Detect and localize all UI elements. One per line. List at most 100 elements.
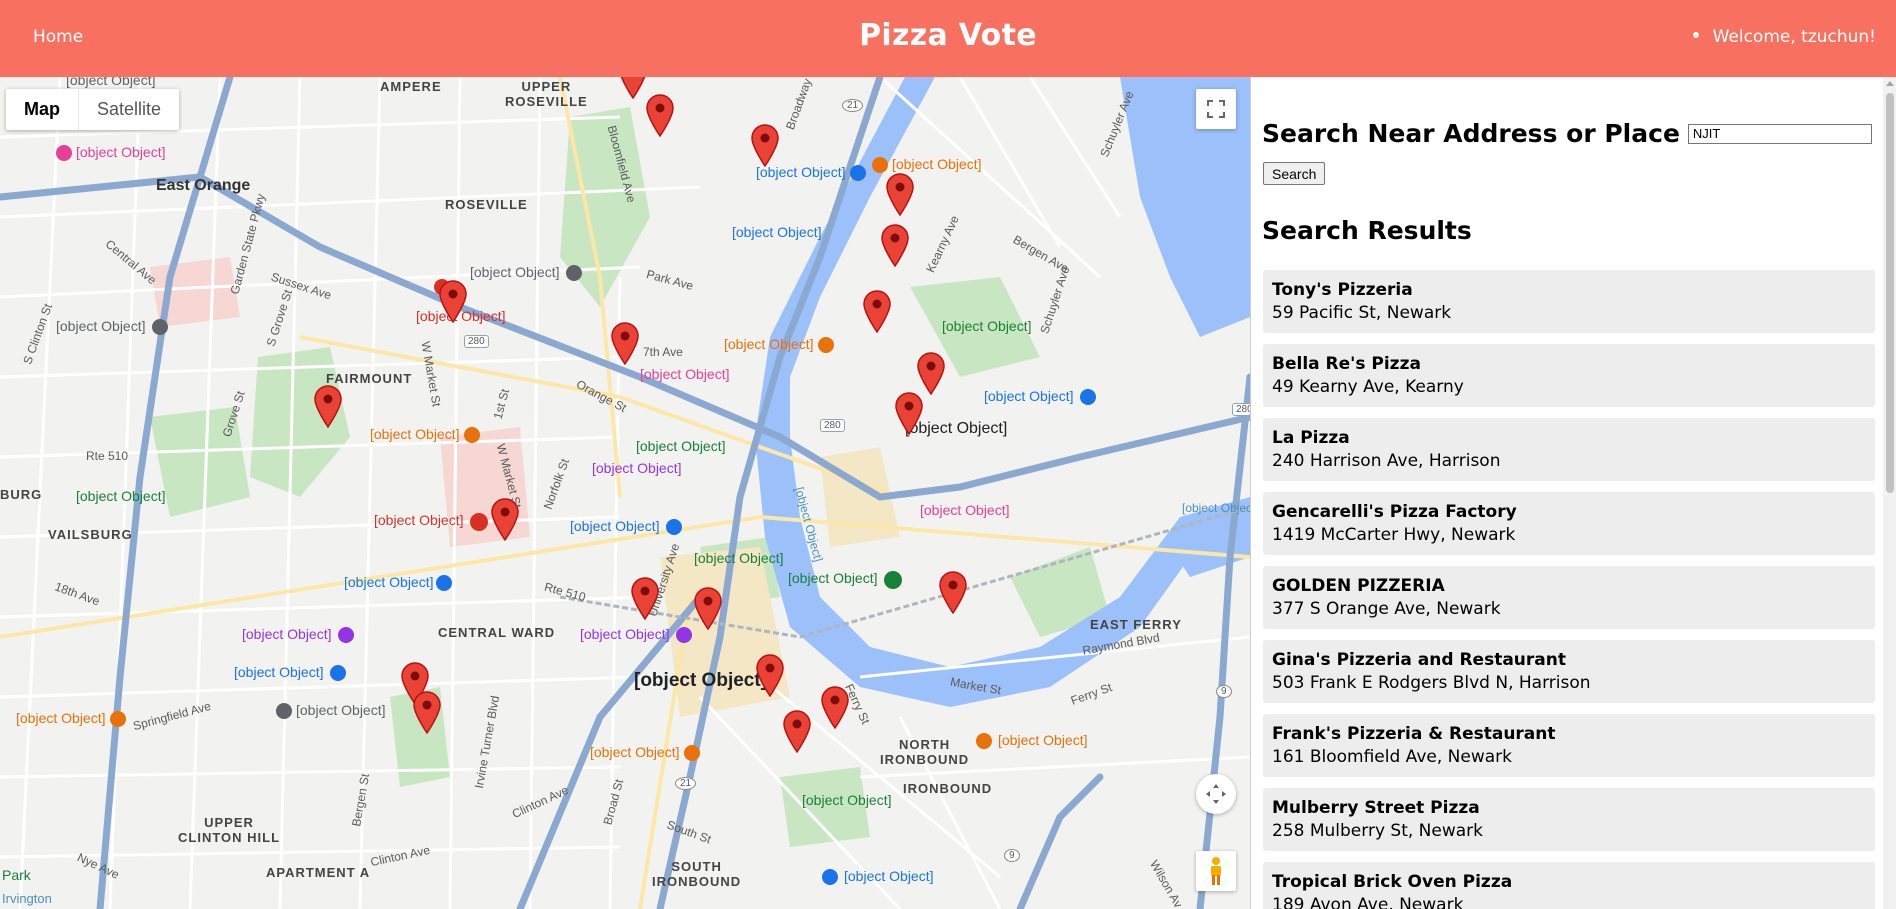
pizza-marker-pin-icon[interactable] <box>885 172 915 217</box>
poi-label[interactable]: [object Object] <box>56 145 166 161</box>
result-name: La Pizza <box>1272 428 1350 448</box>
poi-label[interactable]: [object Object] <box>344 575 452 591</box>
poi-label[interactable]: [object Object] <box>984 389 1096 405</box>
pizza-marker-pin-icon[interactable] <box>916 351 946 396</box>
poi-label[interactable]: [object Object] <box>636 439 726 454</box>
result-item[interactable]: La Pizza 240 Harrison Ave, Harrison <box>1263 418 1875 481</box>
poi-label[interactable]: [object Object] <box>732 225 822 240</box>
poi-text: [object Object] <box>590 744 680 760</box>
pizza-marker-pin-icon[interactable] <box>630 576 660 621</box>
pizza-marker-pin-icon[interactable] <box>862 289 892 334</box>
poi-label[interactable]: [object Object] <box>920 503 1010 518</box>
pizza-marker-pin-icon[interactable] <box>880 223 910 268</box>
result-item[interactable]: Tony's Pizzeria 59 Pacific St, Newark <box>1263 270 1875 333</box>
poi-label[interactable]: [object Object] <box>724 337 834 353</box>
sidebar-scrollbar[interactable] <box>1883 77 1896 909</box>
poi-label[interactable]: [object Object] <box>756 165 866 181</box>
poi-label[interactable]: [object Object] <box>242 627 354 643</box>
poi-text: [object Object] <box>788 570 878 586</box>
poi-label[interactable]: [object Object] <box>976 733 1088 749</box>
pizza-marker-pin-icon[interactable] <box>618 77 648 100</box>
pizza-marker-pin-icon[interactable] <box>412 690 442 735</box>
poi-text: [object Object] <box>56 318 146 334</box>
restaurant-icon <box>872 157 888 173</box>
poi-label[interactable]: [object Object] <box>822 869 934 885</box>
poi-label[interactable]: [object Object] <box>580 627 692 643</box>
result-item[interactable]: Tropical Brick Oven Pizza 189 Avon Ave, N… <box>1263 862 1875 909</box>
area-label: SOUTH IRONBOUND <box>652 859 742 889</box>
street-label: 7th Ave <box>643 345 683 359</box>
results-list: Tony's Pizzeria 59 Pacific St, Newark Bel… <box>1263 270 1875 909</box>
poi-label[interactable]: [object Object] <box>370 427 480 443</box>
pizza-marker-pin-icon[interactable] <box>755 653 785 698</box>
poi-label[interactable]: [object Object] <box>640 367 730 382</box>
pizza-marker-pin-icon[interactable] <box>820 685 850 730</box>
result-address: 258 Mulberry St, Newark <box>1272 821 1484 841</box>
result-item[interactable]: Gina's Pizzeria and Restaurant 503 Frank … <box>1263 640 1875 703</box>
area-label: ROSEVILLE <box>445 197 528 212</box>
search-button[interactable]: Search <box>1263 162 1326 185</box>
poi-label[interactable]: [object Object] <box>276 703 386 719</box>
pizza-marker-pin-icon[interactable] <box>894 391 924 436</box>
poi-label[interactable]: [object Object] <box>76 489 166 504</box>
poi-label[interactable]: [object Object] <box>570 519 682 535</box>
poi-label[interactable]: [object Object] <box>788 571 902 589</box>
map-view[interactable]: AMPERE UPPER ROSEVILLE East Orange ROSEV… <box>0 77 1250 909</box>
street-view-pegman-button[interactable] <box>1196 851 1236 891</box>
bullet-icon <box>1692 32 1699 38</box>
result-item[interactable]: Gencarelli's Pizza Factory 1419 McCarter … <box>1263 492 1875 555</box>
poi-label[interactable]: [object Object] <box>470 265 582 281</box>
poi-label[interactable]: [object Object] <box>590 745 700 761</box>
fullscreen-icon <box>1207 100 1225 118</box>
area-label: AMPERE <box>380 79 442 94</box>
fullscreen-button[interactable] <box>1196 89 1236 129</box>
result-item[interactable]: Bella Re's Pizza 49 Kearny Ave, Kearny <box>1263 344 1875 407</box>
pizza-marker-pin-icon[interactable] <box>693 586 723 631</box>
search-input[interactable] <box>1687 123 1872 144</box>
poi-text: [object Object] <box>374 512 464 528</box>
poi-label[interactable]: [object Object] <box>234 665 346 681</box>
poi-label[interactable]: [object Object] <box>802 793 892 808</box>
result-address: 189 Avon Ave, Newark <box>1272 895 1464 909</box>
restaurant-icon <box>109 711 126 727</box>
scroll-up-icon[interactable] <box>1886 81 1894 86</box>
pizza-marker-pin-icon[interactable] <box>490 497 520 542</box>
cinema-icon <box>337 627 354 643</box>
poi-text: [object Object] <box>296 702 386 718</box>
poi-label[interactable]: [object Object] <box>872 157 982 173</box>
camera-control-button[interactable] <box>1196 774 1236 814</box>
poi-label[interactable]: [object Object] <box>374 513 488 531</box>
church-icon <box>565 265 582 281</box>
pizza-marker-pin-icon[interactable] <box>438 279 468 324</box>
poi-label[interactable]: [object Object] <box>694 551 784 566</box>
shopping-icon <box>849 165 866 181</box>
poi-label[interactable]: [object Object] <box>16 711 126 727</box>
pizza-marker-pin-icon[interactable] <box>610 321 640 366</box>
result-item[interactable]: GOLDEN PIZZERIA 377 S Orange Ave, Newark <box>1263 566 1875 629</box>
top-navbar: Home Pizza Vote Welcome, tzuchun! <box>0 0 1896 77</box>
scrollbar-thumb[interactable] <box>1886 93 1894 493</box>
route-shield: 9 <box>1216 685 1232 698</box>
pizza-marker-pin-icon[interactable] <box>645 93 675 138</box>
pizza-marker-pin-icon[interactable] <box>750 123 780 168</box>
result-item[interactable]: Mulberry Street Pizza 258 Mulberry St, Ne… <box>1263 788 1875 851</box>
pizza-marker-pin-icon[interactable] <box>313 384 343 429</box>
arena-icon <box>675 627 692 643</box>
restaurant-icon <box>463 427 480 443</box>
poi-label: [object Object] <box>634 670 768 691</box>
search-row: Search Near Address or Place <box>1262 119 1872 148</box>
result-name: Gencarelli's Pizza Factory <box>1272 502 1517 522</box>
pizza-marker-pin-icon[interactable] <box>938 570 968 615</box>
map-type-satellite-button[interactable]: Satellite <box>78 89 179 130</box>
map-type-map-button[interactable]: Map <box>6 89 78 130</box>
route-shield: 280 <box>1232 403 1250 416</box>
poi-label[interactable]: [object Object] <box>66 77 156 88</box>
route-shield: 280 <box>464 335 489 348</box>
poi-label[interactable]: [object Object] <box>942 319 1032 334</box>
poi-text: [object Object] <box>892 156 982 172</box>
poi-label[interactable]: [object Object] <box>592 461 682 476</box>
pizza-marker-pin-icon[interactable] <box>782 709 812 754</box>
results-title: Search Results <box>1262 216 1472 245</box>
result-item[interactable]: Frank's Pizzeria & Restaurant 161 Bloomfi… <box>1263 714 1875 777</box>
poi-label[interactable]: [object Object] <box>56 319 168 335</box>
